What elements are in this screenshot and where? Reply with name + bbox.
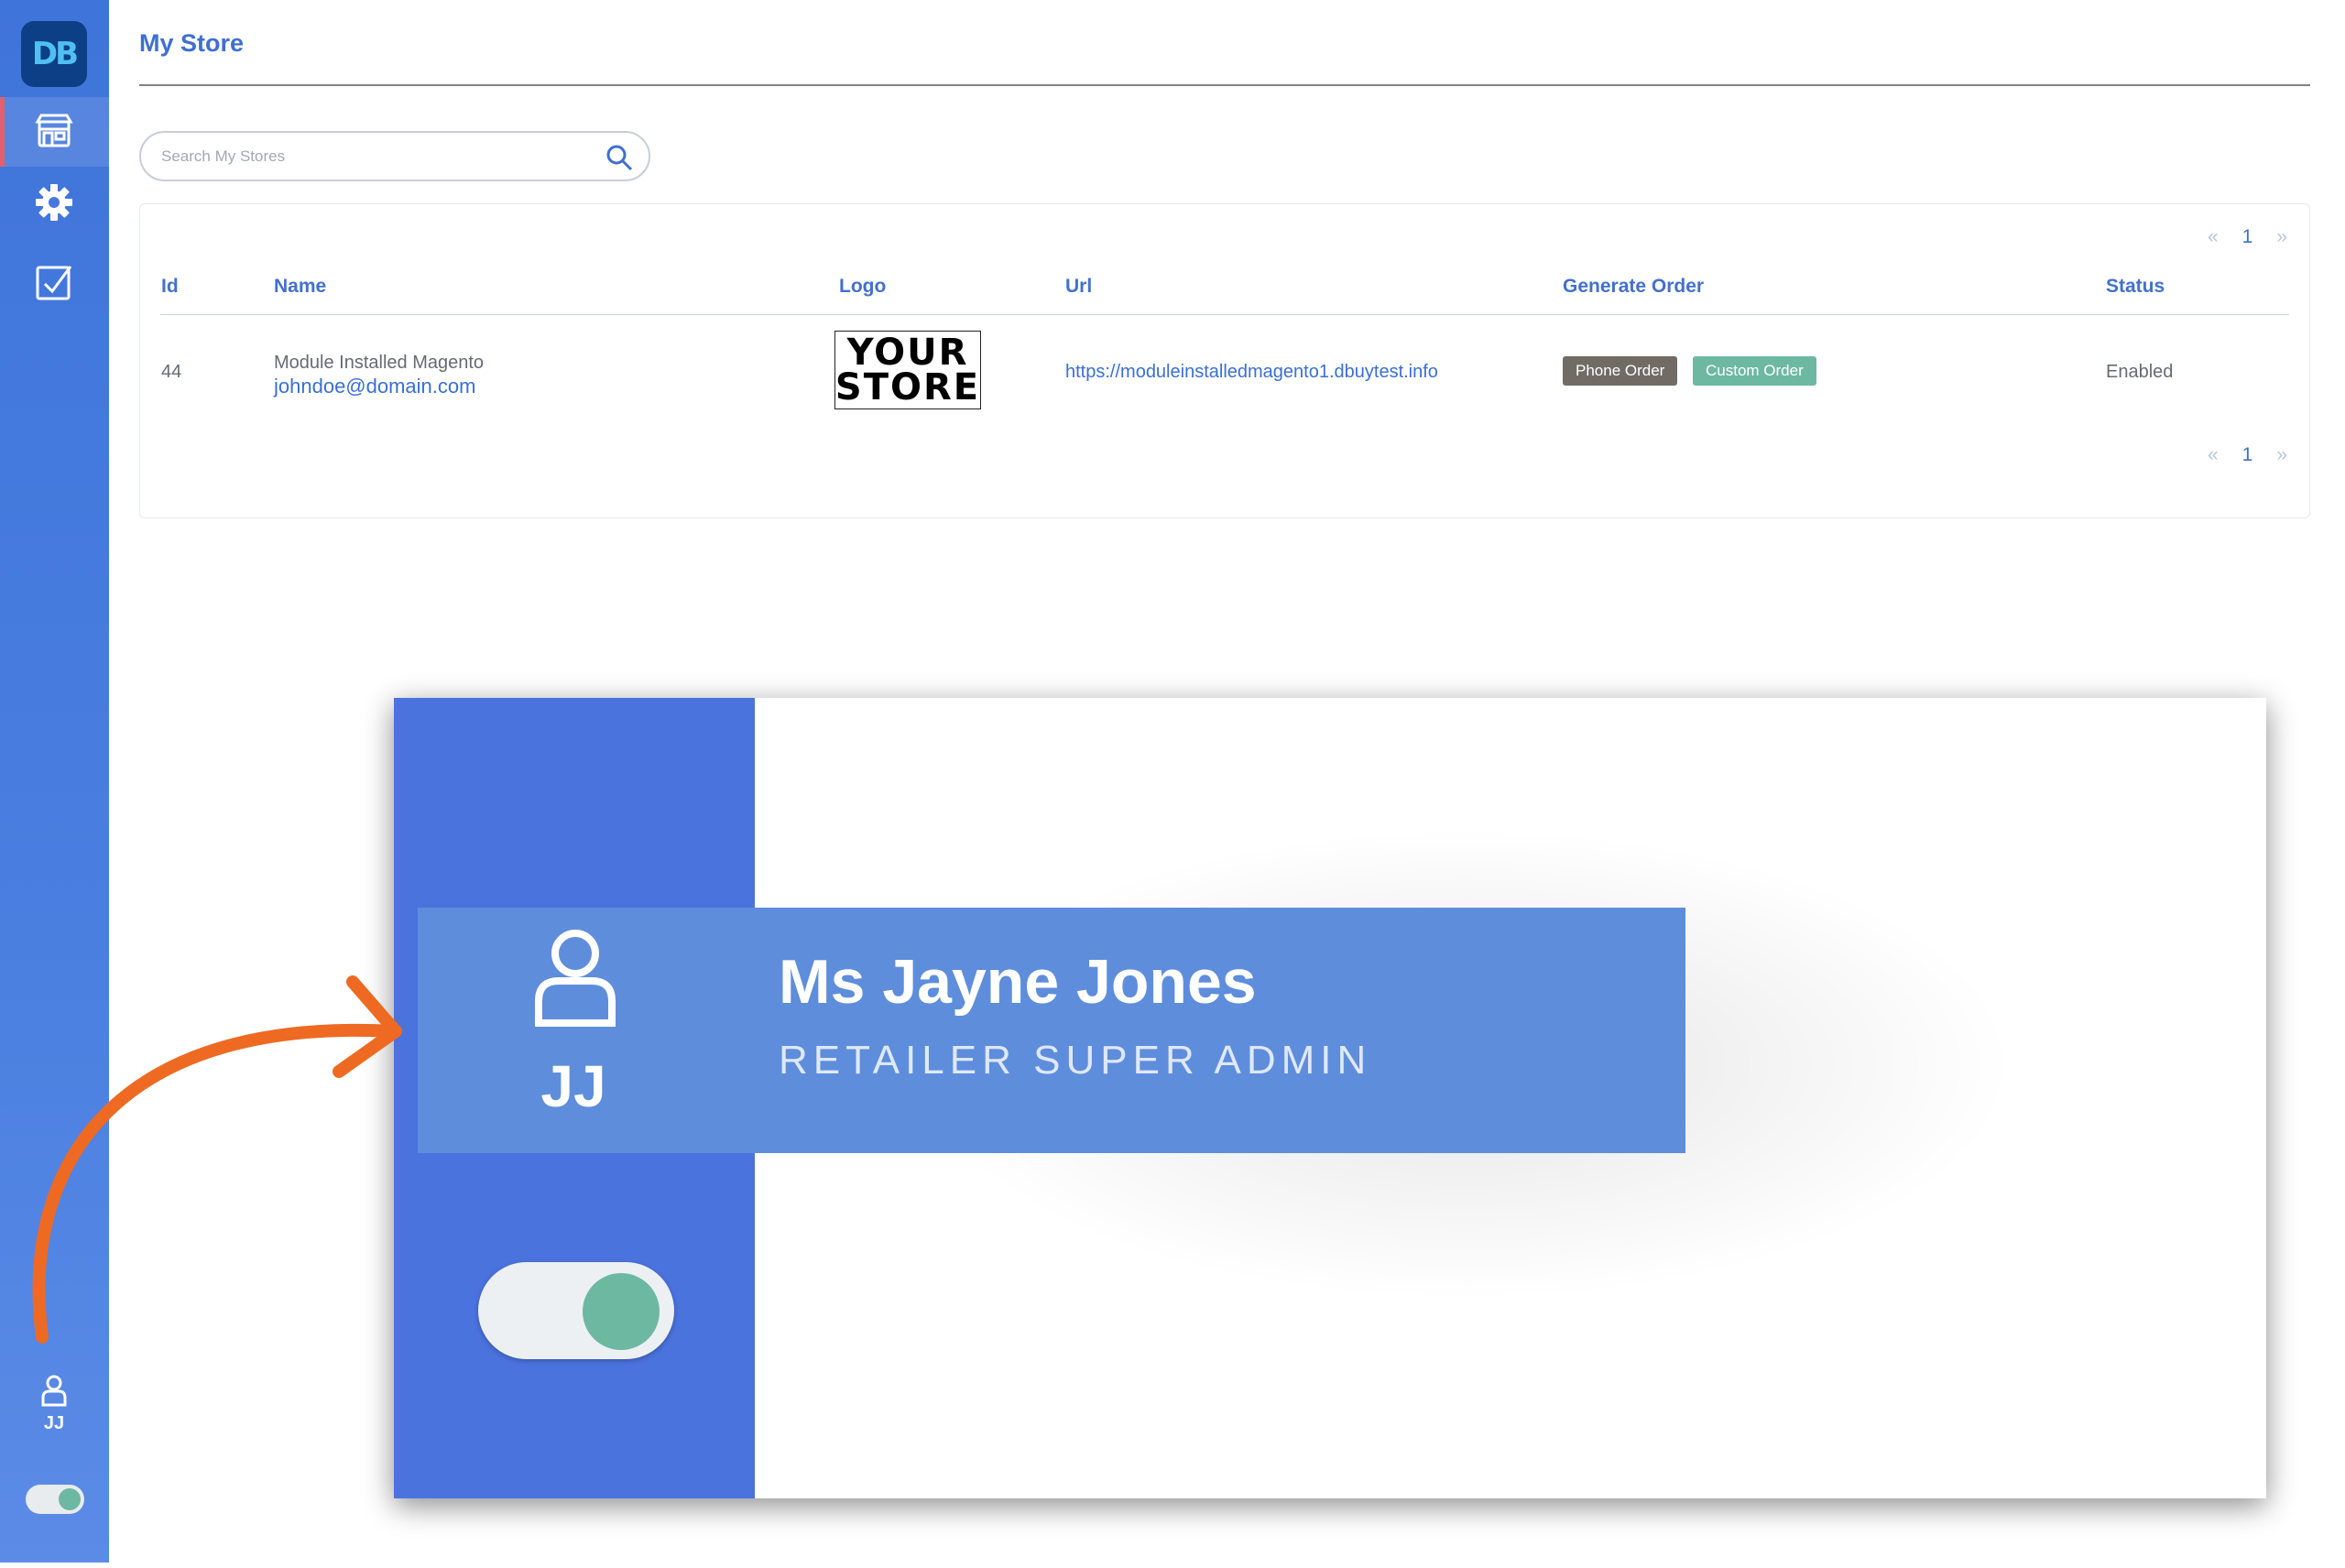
toggle-knob [583, 1273, 660, 1350]
page-title: My Store [139, 29, 245, 57]
stores-table-card: « 1 » Id Name Logo Url Generate Order St… [139, 203, 2310, 518]
gear-icon[interactable] [33, 181, 75, 223]
user-role: RETAILER SUPER ADMIN [779, 1038, 1372, 1083]
store-logo-line2: STORE [834, 366, 981, 408]
pagination-next[interactable]: » [2276, 226, 2287, 248]
pagination-next[interactable]: » [2276, 444, 2287, 466]
checkbox-icon[interactable] [33, 261, 75, 303]
column-header-generate-order[interactable]: Generate Order [1563, 276, 1704, 298]
app-logo[interactable]: DB [21, 21, 87, 87]
search-input[interactable] [159, 142, 562, 171]
custom-order-button[interactable]: Custom Order [1693, 356, 1816, 386]
store-email-link[interactable]: johndoe@domain.com [274, 375, 484, 398]
store-logo-line1: YOUR [846, 332, 969, 374]
user-icon [535, 930, 616, 1027]
store-id: 44 [161, 362, 182, 382]
store-logo: YOUR STORE [834, 331, 981, 409]
annotation-arrow-icon [32, 975, 402, 1344]
pagination-page[interactable]: 1 [2242, 444, 2253, 466]
pagination-prev[interactable]: « [2208, 444, 2219, 466]
zoom-user-initials: JJ [540, 1053, 606, 1119]
toggle-knob [59, 1488, 81, 1510]
pagination-prev[interactable]: « [2208, 226, 2219, 248]
pagination-bottom: « 1 » [2208, 444, 2287, 466]
user-menu[interactable]: JJ [26, 1374, 82, 1434]
phone-order-button[interactable]: Phone Order [1563, 356, 1678, 386]
search-box [139, 131, 650, 181]
theme-toggle[interactable] [26, 1485, 84, 1514]
user-full-name: Ms Jayne Jones [779, 947, 1257, 1017]
store-name: Module Installed Magento [274, 353, 485, 373]
store-status: Enabled [2106, 362, 2174, 382]
pagination-top: « 1 » [2208, 226, 2287, 248]
zoom-user-card: JJ Ms Jayne Jones RETAILER SUPER ADMIN [418, 908, 1685, 1153]
header-divider [160, 314, 2289, 315]
column-header-status[interactable]: Status [2106, 276, 2165, 298]
store-icon[interactable] [33, 111, 75, 153]
search-icon[interactable] [605, 143, 634, 172]
pagination-page[interactable]: 1 [2242, 226, 2253, 248]
store-url-link[interactable]: https://moduleinstalledmagento1.dbuytest… [1065, 362, 1438, 383]
store-name-cell: Module Installed Magento johndoe@domain.… [274, 351, 484, 398]
column-header-id[interactable]: Id [161, 276, 179, 298]
user-icon [41, 1375, 67, 1407]
title-divider [139, 84, 2310, 86]
column-header-name[interactable]: Name [274, 276, 326, 298]
column-header-logo[interactable]: Logo [839, 276, 886, 298]
user-initials: JJ [43, 1413, 65, 1433]
zoom-callout: JJ Ms Jayne Jones RETAILER SUPER ADMIN [394, 698, 2266, 1498]
column-header-url[interactable]: Url [1065, 276, 1092, 298]
zoom-theme-toggle [478, 1262, 674, 1359]
